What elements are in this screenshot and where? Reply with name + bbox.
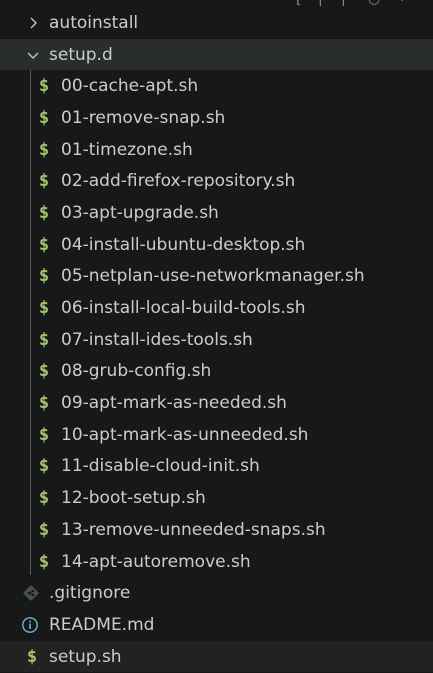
file-11-disable-cloud-init[interactable]: $ 11-disable-cloud-init.sh	[0, 451, 433, 483]
shell-script-icon: $	[38, 329, 50, 350]
indent-guide	[30, 70, 31, 575]
shell-script-icon: $	[38, 107, 50, 128]
folder-setup-d[interactable]: setup.d	[0, 38, 433, 71]
shell-script-icon: $	[38, 551, 50, 572]
file-01-remove-snap[interactable]: $ 01-remove-snap.sh	[0, 102, 433, 134]
file-label: 01-timezone.sh	[61, 139, 193, 160]
file-03-apt-upgrade[interactable]: $ 03-apt-upgrade.sh	[0, 197, 433, 229]
git-icon	[22, 584, 40, 602]
file-label: .gitignore	[49, 583, 131, 604]
folder-autoinstall[interactable]: autoinstall	[0, 7, 433, 39]
file-01-timezone[interactable]: $ 01-timezone.sh	[0, 134, 433, 166]
file-label: 00-cache-apt.sh	[61, 76, 199, 97]
file-label: 05-netplan-use-networkmanager.sh	[61, 266, 365, 287]
file-label: 02-add-firefox-repository.sh	[61, 171, 296, 192]
refresh-icon[interactable]: |	[341, 0, 346, 6]
shell-script-icon: $	[38, 519, 50, 540]
more-icon[interactable]: ⌐	[400, 0, 412, 6]
chevron-down-icon	[25, 47, 41, 63]
file-10-apt-mark-as-unneeded[interactable]: $ 10-apt-mark-as-unneeded.sh	[0, 419, 433, 451]
file-12-boot-setup[interactable]: $ 12-boot-setup.sh	[0, 482, 433, 514]
file-05-netplan-use-networkmanager[interactable]: $ 05-netplan-use-networkmanager.sh	[0, 261, 433, 293]
shell-script-icon: $	[38, 488, 50, 509]
shell-script-icon: $	[38, 456, 50, 477]
file-13-remove-unneeded-snaps[interactable]: $ 13-remove-unneeded-snaps.sh	[0, 514, 433, 546]
file-label: 11-disable-cloud-init.sh	[61, 456, 260, 477]
file-label: 09-apt-mark-as-needed.sh	[61, 393, 287, 414]
collapse-icon[interactable]: ◡	[368, 0, 380, 6]
file-label: README.md	[49, 614, 155, 635]
file-label: 14-apt-autoremove.sh	[61, 551, 251, 572]
file-07-install-ides-tools[interactable]: $ 07-install-ides-tools.sh	[0, 324, 433, 356]
folder-label: setup.d	[49, 44, 113, 65]
shell-script-icon: $	[38, 202, 50, 223]
file-label: 10-apt-mark-as-unneeded.sh	[61, 424, 309, 445]
chevron-right-icon	[25, 15, 41, 31]
file-label: 13-remove-unneeded-snaps.sh	[61, 519, 326, 540]
file-label: 04-install-ubuntu-desktop.sh	[61, 234, 306, 255]
file-label: 08-grub-config.sh	[61, 361, 212, 382]
shell-script-icon: $	[38, 361, 50, 382]
file-04-install-ubuntu-desktop[interactable]: $ 04-install-ubuntu-desktop.sh	[0, 229, 433, 261]
shell-script-icon: $	[38, 424, 50, 445]
file-label: setup.sh	[49, 646, 122, 667]
shell-script-icon: $	[38, 298, 50, 319]
shell-script-icon: $	[26, 646, 38, 667]
shell-script-icon: $	[38, 393, 50, 414]
file-label: 06-install-local-build-tools.sh	[61, 298, 306, 319]
file-label: 12-boot-setup.sh	[61, 488, 206, 509]
file-explorer-tree: autoinstall setup.d $ 00-cache-apt.sh $ …	[0, 7, 433, 673]
file-06-install-local-build-tools[interactable]: $ 06-install-local-build-tools.sh	[0, 292, 433, 324]
file-label: 07-install-ides-tools.sh	[61, 329, 253, 350]
file-readme[interactable]: README.md	[0, 609, 433, 641]
file-gitignore[interactable]: .gitignore	[0, 577, 433, 609]
shell-script-icon: $	[38, 139, 50, 160]
file-label: 03-apt-upgrade.sh	[61, 202, 219, 223]
shell-script-icon: $	[38, 234, 50, 255]
shell-script-icon: $	[38, 171, 50, 192]
file-14-apt-autoremove[interactable]: $ 14-apt-autoremove.sh	[0, 546, 433, 578]
shell-script-icon: $	[38, 266, 50, 287]
file-08-grub-config[interactable]: $ 08-grub-config.sh	[0, 356, 433, 388]
toolbar-strip: ⌊ | | ◡ ⌐	[0, 0, 433, 6]
folder-label: autoinstall	[49, 12, 139, 33]
shell-script-icon: $	[38, 76, 50, 97]
file-00-cache-apt[interactable]: $ 00-cache-apt.sh	[0, 70, 433, 102]
file-09-apt-mark-as-needed[interactable]: $ 09-apt-mark-as-needed.sh	[0, 387, 433, 419]
info-icon	[21, 616, 39, 634]
file-label: 01-remove-snap.sh	[61, 107, 226, 128]
file-02-add-firefox-repository[interactable]: $ 02-add-firefox-repository.sh	[0, 165, 433, 197]
file-setup-sh[interactable]: $ setup.sh	[0, 640, 433, 673]
new-folder-icon[interactable]: |	[318, 0, 323, 6]
new-file-icon[interactable]: ⌊	[296, 0, 301, 6]
